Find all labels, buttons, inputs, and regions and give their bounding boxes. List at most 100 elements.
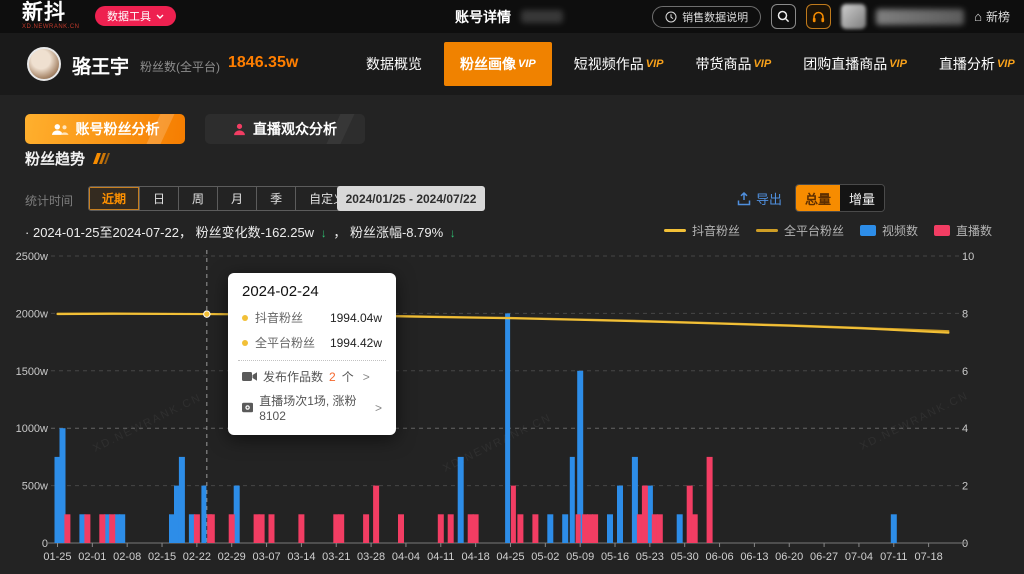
x-tick-label: 02-08	[113, 551, 141, 563]
tooltip-works-link[interactable]: 发布作品数2个 >	[242, 368, 382, 385]
live-bar[interactable]	[84, 514, 90, 543]
live-bar[interactable]	[692, 514, 698, 543]
fans-line[interactable]	[58, 314, 949, 333]
video-bar[interactable]	[119, 514, 125, 543]
live-bar[interactable]	[398, 514, 404, 543]
legend-直播数[interactable]: 直播数	[934, 222, 992, 239]
video-bar[interactable]	[505, 313, 510, 543]
live-bar[interactable]	[592, 514, 598, 543]
live-bar[interactable]	[363, 514, 369, 543]
right-axis-label: 6	[962, 366, 968, 378]
live-bar[interactable]	[448, 514, 454, 543]
tab-label: 直播分析	[939, 54, 995, 74]
user-avatar-blurred[interactable]	[841, 4, 866, 29]
tooltip-live-link[interactable]: 直播场次1场, 涨粉8102 >	[242, 392, 382, 423]
x-tick-label: 05-09	[566, 551, 594, 563]
clock-icon	[665, 11, 677, 23]
time-option-近期[interactable]: 近期	[89, 187, 140, 210]
tooltip-rows: 抖音粉丝1994.04w全平台粉丝1994.42w	[242, 309, 382, 351]
tab-短视频作品[interactable]: 短视频作品VIP	[558, 33, 680, 95]
subtab-直播观众分析[interactable]: 直播观众分析	[205, 114, 365, 144]
time-option-月[interactable]: 月	[218, 187, 257, 210]
sales-data-info-button[interactable]: 销售数据说明	[652, 6, 761, 28]
live-bar[interactable]	[517, 514, 523, 543]
fans-trend-chart[interactable]: 2500w102000w81500w61000w4500w20001-2502-…	[0, 240, 1024, 574]
video-bar[interactable]	[677, 514, 683, 543]
time-option-周[interactable]: 周	[179, 187, 218, 210]
tab-label: 团购直播商品	[803, 54, 887, 74]
video-bar[interactable]	[179, 457, 185, 543]
live-bar[interactable]	[642, 486, 648, 543]
live-bar[interactable]	[259, 514, 265, 543]
video-bar[interactable]	[607, 514, 613, 543]
live-bar[interactable]	[576, 514, 581, 543]
legend-label: 抖音粉丝	[692, 222, 740, 239]
vip-badge: VIP	[646, 58, 664, 70]
legend-bar-swatch	[934, 225, 950, 236]
x-tick-label: 07-18	[915, 551, 943, 563]
live-bar[interactable]	[532, 514, 538, 543]
fans-line[interactable]	[58, 313, 949, 331]
account-avatar[interactable]	[27, 47, 61, 81]
video-bar[interactable]	[891, 514, 897, 543]
topbar-actions: 销售数据说明 ⌂ 新榜	[652, 0, 1010, 33]
live-bar[interactable]	[209, 514, 215, 543]
tooltip-divider	[238, 360, 386, 361]
site-logo[interactable]: 新抖 XD.NEWRANK.CN	[22, 2, 80, 30]
date-range-picker[interactable]: 2024/01/25 - 2024/07/22	[337, 186, 485, 211]
x-tick-label: 07-11	[880, 551, 907, 563]
tab-label: 短视频作品	[574, 54, 644, 74]
arrow-right-icon: >	[375, 401, 382, 415]
time-option-日[interactable]: 日	[140, 187, 179, 210]
series-value: 1994.04w	[330, 311, 382, 325]
live-bar[interactable]	[338, 514, 344, 543]
tab-直播分析[interactable]: 直播分析VIP	[923, 33, 1024, 95]
x-tick-label: 05-16	[601, 551, 629, 563]
live-bar[interactable]	[511, 486, 516, 543]
tab-团购直播商品[interactable]: 团购直播商品VIP	[787, 33, 923, 95]
live-bar[interactable]	[99, 514, 105, 543]
video-bar[interactable]	[562, 514, 568, 543]
vip-badge: VIP	[753, 58, 771, 70]
support-button[interactable]	[806, 4, 831, 29]
video-bar[interactable]	[201, 486, 206, 543]
subtab-账号粉丝分析[interactable]: 账号粉丝分析	[25, 114, 185, 144]
live-bar[interactable]	[298, 514, 304, 543]
legend-抖音粉丝[interactable]: 抖音粉丝	[664, 222, 740, 239]
left-axis-label: 500w	[22, 481, 48, 493]
summary-period: 2024-01-25至2024-07-22，	[33, 225, 192, 240]
tab-数据概览[interactable]: 数据概览	[350, 33, 438, 95]
newrank-link[interactable]: ⌂ 新榜	[974, 8, 1010, 25]
video-bar[interactable]	[617, 486, 623, 543]
live-bar[interactable]	[657, 514, 663, 543]
video-bar[interactable]	[547, 514, 553, 543]
video-bar[interactable]	[570, 457, 575, 543]
live-bar[interactable]	[438, 514, 444, 543]
subtab-label: 账号粉丝分析	[76, 119, 160, 139]
live-bar[interactable]	[64, 514, 70, 543]
headset-icon	[811, 10, 826, 24]
live-bar[interactable]	[707, 457, 713, 543]
toggle-总量[interactable]: 总量	[796, 185, 840, 211]
tab-粉丝画像[interactable]: 粉丝画像VIP	[444, 42, 552, 86]
vip-badge: VIP	[518, 58, 536, 70]
summary-bullet: ·	[25, 225, 29, 240]
tab-带货商品[interactable]: 带货商品VIP	[679, 33, 787, 95]
search-button[interactable]	[771, 4, 796, 29]
legend-视频数[interactable]: 视频数	[860, 222, 918, 239]
time-option-季[interactable]: 季	[257, 187, 296, 210]
legend-全平台粉丝[interactable]: 全平台粉丝	[756, 222, 844, 239]
video-bar[interactable]	[458, 457, 464, 543]
export-button[interactable]: 导出	[737, 189, 782, 208]
live-bar[interactable]	[269, 514, 275, 543]
x-tick-label: 03-28	[357, 551, 385, 563]
section-title: 粉丝趋势	[25, 148, 85, 169]
live-bar[interactable]	[229, 514, 235, 543]
live-bar[interactable]	[473, 514, 479, 543]
data-tools-button[interactable]: 数据工具	[95, 6, 176, 26]
live-bar[interactable]	[194, 514, 200, 543]
toggle-增量[interactable]: 增量	[840, 185, 884, 211]
live-bar[interactable]	[373, 486, 379, 543]
live-bar[interactable]	[109, 514, 115, 543]
watermark: XD.NEWRANK.CN	[858, 390, 971, 453]
